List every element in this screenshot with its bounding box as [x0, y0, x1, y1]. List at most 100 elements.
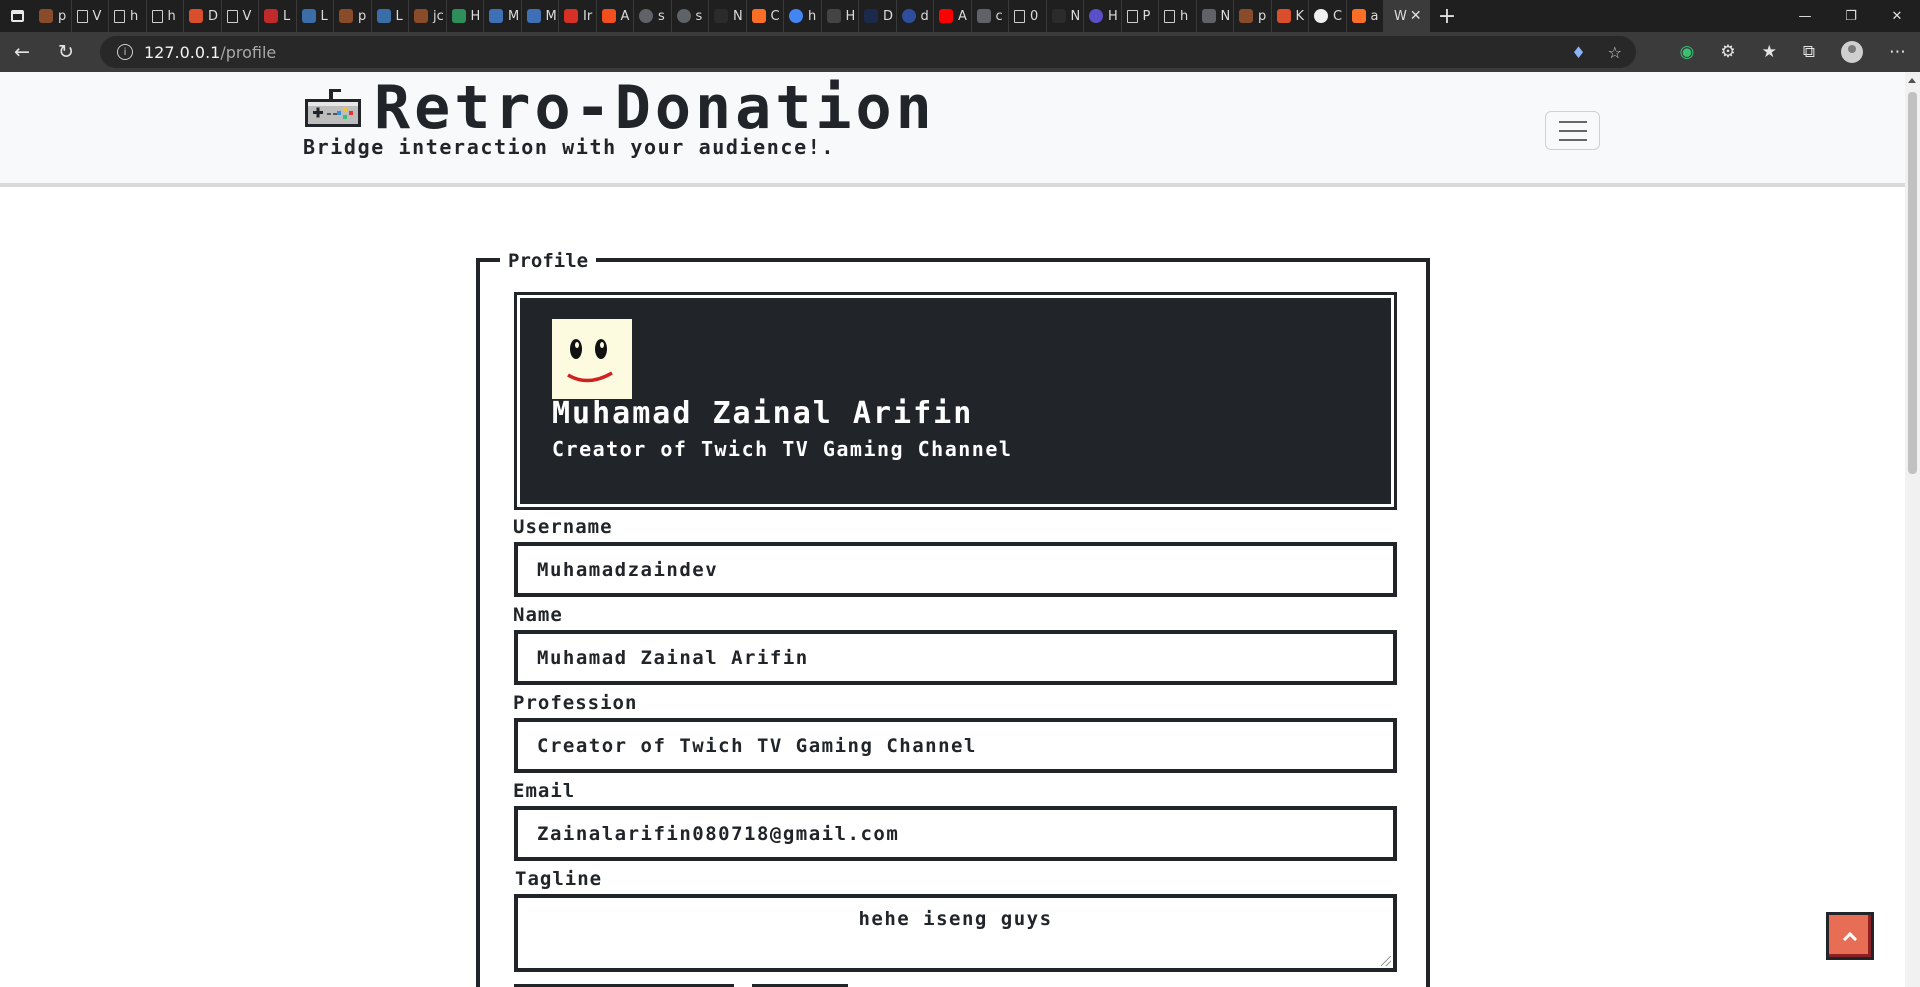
browser-tab[interactable]: V [222, 0, 259, 32]
tagline-textarea[interactable]: hehe iseng guys [514, 894, 1397, 972]
url-text[interactable]: 127.0.0.1/profile [144, 43, 276, 62]
browser-tab[interactable]: A [934, 0, 972, 32]
username-input[interactable]: Muhamadzaindev [514, 542, 1397, 597]
browser-tab[interactable]: H [822, 0, 859, 32]
browser-tab[interactable]: L [297, 0, 334, 32]
name-input[interactable]: Muhamad Zainal Arifin [514, 630, 1397, 685]
scroll-up-arrow-icon[interactable] [1908, 78, 1916, 83]
username-label: Username [513, 516, 613, 538]
favorites-icon[interactable]: ★ [1762, 42, 1777, 62]
email-input[interactable]: Zainalarifin080718@gmail.com [514, 806, 1397, 861]
warbler-icon [414, 9, 428, 23]
site-tagline: Bridge interaction with your audience!. [303, 135, 835, 159]
browser-tab-title: C [1333, 8, 1343, 24]
tab-actions-button[interactable] [0, 0, 34, 32]
page-icon [1126, 9, 1138, 23]
browser-tab-title: L [320, 8, 328, 24]
browser-tab-title: H [845, 8, 856, 24]
browser-tab[interactable]: L [259, 0, 297, 32]
page-icon [226, 9, 238, 23]
page-scrollbar[interactable] [1905, 72, 1920, 987]
browser-tab[interactable]: P [1122, 0, 1159, 32]
page-icon [151, 9, 163, 23]
collections-icon[interactable]: ⧉ [1803, 42, 1815, 62]
browser-tab[interactable]: h [1159, 0, 1197, 32]
browser-tab[interactable]: M [484, 0, 522, 32]
resize-grip-icon[interactable] [1381, 956, 1391, 966]
profile-card-profession: Creator of Twich TV Gaming Channel [552, 437, 1013, 461]
browser-tab-title: W [1394, 8, 1407, 24]
browser-tab-title: M [545, 8, 557, 24]
bars-icon [526, 9, 541, 23]
restore-icon[interactable]: ❐ [1828, 0, 1874, 32]
dark-icon [714, 9, 728, 23]
browser-tab[interactable]: V [72, 0, 109, 32]
browser-tab[interactable]: D [184, 0, 222, 32]
browser-tab[interactable]: p [1234, 0, 1272, 32]
browser-tab-title: 0 [1030, 8, 1039, 24]
page-viewport: Retro-Donation Bridge interaction with y… [0, 72, 1905, 987]
profile-avatar-icon[interactable] [1841, 41, 1863, 63]
browser-tab[interactable]: s [634, 0, 672, 32]
browser-tab[interactable]: L [372, 0, 409, 32]
browser-tab-strip: p Vh h D V L Lp Ljc H M M Ir As s N Ch H Dd Ac 0 N H Ph Np K Ca W ✕… [0, 0, 1920, 32]
browser-tab[interactable]: 0 [1009, 0, 1047, 32]
browser-tab[interactable]: c [972, 0, 1009, 32]
browser-tab[interactable]: h [147, 0, 184, 32]
minimize-icon[interactable]: — [1782, 0, 1828, 32]
browser-tab-title: K [1295, 8, 1305, 24]
youtube-icon [939, 9, 953, 23]
figma-icon [601, 9, 616, 23]
browser-tab-active[interactable]: W ✕ [1384, 0, 1430, 32]
url-path: /profile [220, 42, 277, 62]
browser-tab[interactable]: s [672, 0, 709, 32]
new-tab-button[interactable]: + [1430, 4, 1464, 29]
navbar-toggle-button[interactable] [1545, 111, 1600, 150]
browser-tab[interactable]: M [522, 0, 559, 32]
browser-tab[interactable]: N [1047, 0, 1084, 32]
browser-tab[interactable]: h [109, 0, 147, 32]
site-info-icon[interactable]: i [117, 44, 133, 60]
profession-input[interactable]: Creator of Twich TV Gaming Channel [514, 718, 1397, 773]
browser-tab[interactable]: h [784, 0, 822, 32]
browser-tab[interactable]: H [447, 0, 484, 32]
bookmark-star-icon[interactable]: ☆ [1608, 43, 1622, 62]
back-button[interactable]: ← [0, 32, 44, 72]
browser-tab[interactable]: p [34, 0, 72, 32]
address-bar[interactable]: i 127.0.0.1/profile ♦ ☆ [100, 36, 1636, 68]
laravel-icon [264, 9, 278, 23]
browser-tab[interactable]: p [334, 0, 372, 32]
browser-tab[interactable]: H [1084, 0, 1122, 32]
google-icon [789, 9, 803, 23]
browser-tab[interactable]: jc [409, 0, 447, 32]
reload-button[interactable]: ↻ [44, 32, 88, 72]
scrollbar-thumb[interactable] [1908, 92, 1917, 474]
close-window-icon[interactable]: ✕ [1874, 0, 1920, 32]
browser-tab[interactable]: d [897, 0, 934, 32]
back-to-top-button[interactable] [1826, 912, 1874, 960]
browser-tab[interactable]: A [597, 0, 634, 32]
extensions-puzzle-icon[interactable]: ⚙ [1720, 42, 1735, 62]
more-menu-icon[interactable]: ⋯ [1889, 42, 1906, 62]
browser-tab-title: p [358, 8, 367, 24]
browser-tab[interactable]: D [859, 0, 897, 32]
browser-tab-title: M [508, 8, 520, 24]
browser-tab-title: P [1142, 8, 1151, 24]
coupon-tag-icon[interactable]: ♦ [1571, 43, 1585, 62]
warbler-icon [1239, 9, 1253, 23]
browser-tab-title: s [658, 8, 665, 24]
browser-tab-title: Ir [583, 8, 593, 24]
tab-list: p Vh h D V L Lp Ljc H M M Ir As s N Ch H Dd Ac 0 N H Ph Np K Ca W ✕ [34, 0, 1430, 32]
window-controls: — ❐ ✕ [1782, 0, 1920, 32]
browser-tab[interactable]: C [747, 0, 784, 32]
browser-tab[interactable]: N [1197, 0, 1234, 32]
browser-tab[interactable]: N [709, 0, 747, 32]
browser-tab-title: h [167, 8, 176, 24]
browser-tab[interactable]: a [1347, 0, 1384, 32]
browser-tab[interactable]: Ir [559, 0, 597, 32]
eye-extension-icon[interactable]: ◉ [1680, 42, 1695, 62]
browser-tab[interactable]: C [1309, 0, 1347, 32]
close-tab-icon[interactable]: ✕ [1410, 8, 1422, 24]
browser-tab[interactable]: K [1272, 0, 1309, 32]
reload-icon: ↻ [58, 41, 74, 63]
